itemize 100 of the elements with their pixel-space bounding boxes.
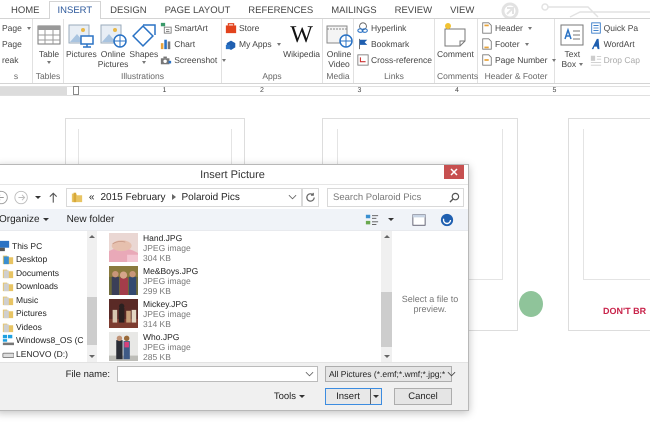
close-icon bbox=[450, 168, 458, 176]
scrollbar[interactable] bbox=[381, 231, 392, 362]
group-label: Header & Footer bbox=[484, 70, 548, 83]
ribbon-tab[interactable]: INSERT bbox=[48, 1, 102, 19]
file-name-field[interactable] bbox=[117, 366, 318, 382]
ribbon-tab[interactable]: MAILINGS bbox=[322, 1, 386, 18]
ribbon-tab[interactable]: REFERENCES bbox=[239, 1, 322, 18]
chevron-down-icon[interactable] bbox=[288, 194, 297, 200]
ribbon-button[interactable]: Quick Pa bbox=[588, 21, 641, 35]
nav-item[interactable]: Documents bbox=[0, 266, 87, 280]
file-type: JPEG image bbox=[143, 276, 191, 286]
scroll-down-icon[interactable] bbox=[384, 355, 390, 358]
ribbon-tab[interactable]: VIEW bbox=[441, 1, 484, 18]
scrollbar[interactable] bbox=[87, 231, 97, 362]
indent-marker[interactable] bbox=[73, 86, 79, 95]
ribbon-button[interactable]: Page bbox=[2, 37, 31, 51]
file-size: 314 KB bbox=[143, 318, 171, 328]
nav-item[interactable]: Desktop bbox=[0, 252, 87, 266]
group-label: Illustrations bbox=[120, 70, 165, 83]
file-name: Who.JPG bbox=[143, 332, 180, 342]
ribbon-button[interactable]: Comment bbox=[437, 21, 474, 70]
folder-icon bbox=[2, 253, 14, 266]
close-button[interactable] bbox=[444, 165, 464, 179]
view-options-icon[interactable] bbox=[365, 212, 379, 226]
ribbon-button[interactable]: Footer bbox=[480, 37, 558, 51]
ribbon-button[interactable]: Page bbox=[2, 21, 31, 35]
group-label: Media bbox=[325, 70, 351, 83]
scroll-down-icon[interactable] bbox=[89, 355, 95, 358]
caret-icon[interactable] bbox=[388, 218, 394, 221]
wordart-icon bbox=[590, 38, 602, 50]
recent-caret-icon[interactable] bbox=[35, 196, 42, 198]
file-name: Hand.JPG bbox=[143, 232, 184, 242]
nav-item[interactable]: LENOVO (D:) bbox=[0, 347, 87, 360]
ribbon-tab[interactable]: DESIGN bbox=[101, 1, 156, 18]
folder-icon bbox=[2, 266, 14, 279]
ribbon-button[interactable]: Hyperlink bbox=[356, 21, 433, 35]
file-item[interactable]: Who.JPG JPEG image 285 KB bbox=[109, 331, 381, 362]
breadcrumb-item[interactable]: Polaroid Pics bbox=[182, 192, 240, 202]
tools-button[interactable]: Tools bbox=[274, 391, 305, 402]
file-size: 285 KB bbox=[143, 352, 171, 362]
ribbon-button[interactable]: Cross-reference bbox=[356, 53, 433, 67]
file-item[interactable]: Hand.JPG JPEG image 304 KB bbox=[109, 232, 381, 263]
up-arrow-icon[interactable] bbox=[49, 192, 58, 202]
preview-pane-icon[interactable] bbox=[412, 212, 426, 226]
caret-icon bbox=[42, 218, 49, 221]
folder-icon bbox=[2, 307, 14, 320]
ribbon-button[interactable]: Online Video bbox=[325, 21, 353, 70]
group-label: Links bbox=[383, 70, 405, 83]
file-size: 299 KB bbox=[143, 286, 171, 296]
nav-item[interactable]: Downloads bbox=[0, 280, 87, 293]
caret-icon[interactable] bbox=[373, 395, 379, 398]
windows-drive-icon bbox=[2, 334, 14, 346]
search-field[interactable]: Search Polaroid Pics bbox=[327, 188, 464, 206]
new-folder-button[interactable]: New folder bbox=[66, 214, 114, 225]
help-icon[interactable] bbox=[440, 212, 454, 226]
ribbon-button[interactable]: Page Number bbox=[480, 53, 558, 67]
ribbon-button[interactable]: Online Pictures bbox=[98, 21, 128, 70]
file-name: Mickey.JPG bbox=[143, 298, 189, 308]
group-label: Apps bbox=[261, 70, 283, 83]
refresh-button[interactable] bbox=[302, 188, 320, 206]
chevron-down-icon[interactable] bbox=[305, 371, 314, 377]
address-bar[interactable]: « 2015 February Polaroid Pics bbox=[66, 188, 302, 206]
ribbon-button[interactable]: Header bbox=[480, 21, 558, 35]
file-item[interactable]: Me&Boys.JPG JPEG image 299 KB bbox=[109, 265, 381, 296]
computer-icon bbox=[0, 240, 10, 252]
ribbon-button[interactable]: reak bbox=[2, 53, 31, 67]
file-type: JPEG image bbox=[143, 342, 191, 352]
ribbon-button[interactable]: WordArt bbox=[588, 37, 641, 51]
file-type: JPEG image bbox=[143, 242, 191, 252]
cancel-button[interactable]: Cancel bbox=[394, 388, 452, 405]
insert-button[interactable]: Insert bbox=[325, 388, 382, 405]
ribbon-button[interactable]: Shapes bbox=[129, 21, 158, 70]
breadcrumb-overflow[interactable]: « bbox=[88, 192, 94, 202]
scroll-up-icon[interactable] bbox=[89, 235, 95, 238]
frame-caption: DON'T BR bbox=[603, 306, 646, 316]
drop-cap-icon bbox=[590, 54, 602, 66]
file-size: 304 KB bbox=[143, 252, 171, 262]
ribbon-button[interactable]: Text Box bbox=[557, 21, 588, 83]
ribbon-button[interactable]: Table bbox=[35, 21, 63, 70]
nav-item[interactable]: Pictures bbox=[0, 306, 87, 320]
breadcrumb-item[interactable]: 2015 February bbox=[100, 192, 166, 202]
nav-item[interactable]: Windows8_OS (C bbox=[0, 334, 87, 347]
nav-item[interactable]: Videos bbox=[0, 320, 87, 334]
scroll-up-icon[interactable] bbox=[384, 235, 390, 238]
file-item[interactable]: Mickey.JPG JPEG image 314 KB bbox=[109, 298, 381, 329]
ribbon-button[interactable]: Chart bbox=[159, 37, 228, 51]
ribbon-button[interactable]: Screenshot bbox=[159, 53, 228, 67]
nav-item[interactable]: This PC bbox=[0, 239, 87, 252]
ribbon-tab[interactable]: HOME bbox=[2, 1, 48, 18]
nav-item[interactable]: Music bbox=[0, 293, 87, 306]
ribbon-button[interactable]: Pictures bbox=[66, 21, 97, 70]
separator-icon bbox=[172, 194, 176, 200]
ribbon-button[interactable]: W Wikipedia bbox=[283, 21, 320, 70]
ribbon-button[interactable]: Bookmark bbox=[356, 37, 433, 51]
ribbon-tab[interactable]: REVIEW bbox=[386, 1, 442, 18]
ribbon-tab[interactable]: PAGE LAYOUT bbox=[156, 1, 240, 18]
file-type: JPEG image bbox=[143, 308, 191, 318]
smartart-icon bbox=[160, 22, 172, 34]
link-globe-icon bbox=[357, 22, 369, 34]
chevron-down-icon bbox=[447, 371, 456, 377]
